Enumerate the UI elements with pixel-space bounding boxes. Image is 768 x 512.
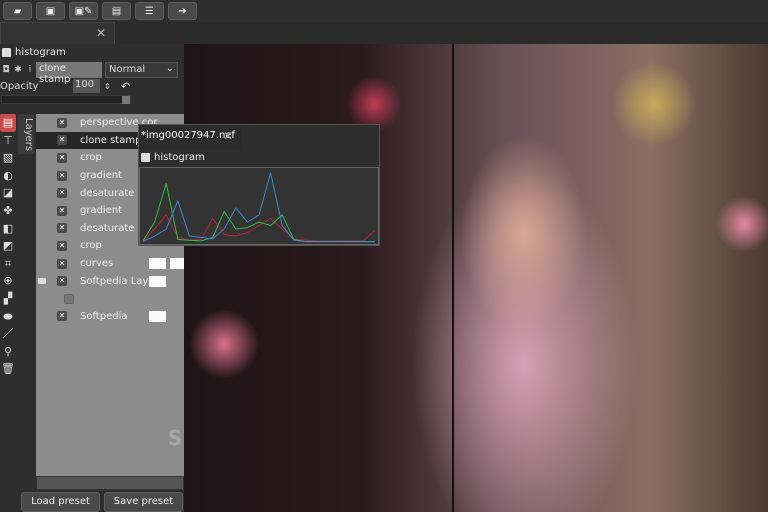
layer-name: Softpedia <box>80 310 128 322</box>
preferences-button[interactable]: ☰ <box>135 2 164 20</box>
layers-tab[interactable]: Layers <box>18 114 34 154</box>
layer-name: crop <box>80 240 102 252</box>
tab-bar: ✕ <box>0 22 184 44</box>
layer-name: desaturate <box>80 222 135 234</box>
layer-mask-thumbnail[interactable] <box>149 258 166 270</box>
blend-mode-select[interactable]: Normal ⌄ <box>105 62 178 78</box>
main-toolbar: ▰ ▣ ▣✎ ▤ ☰ ➔ <box>0 0 768 22</box>
layer-name: gradient <box>80 205 123 217</box>
contrast-icon[interactable]: ◐ <box>0 167 16 185</box>
preferences-icon: ☰ <box>145 5 154 17</box>
close-icon[interactable]: ✕ <box>223 129 233 143</box>
layers-tool-icon[interactable]: ▤ <box>0 114 16 132</box>
quit-icon: ➔ <box>178 5 187 17</box>
clone-icon[interactable]: ▞ <box>0 290 16 308</box>
layer-row[interactable]: ✕ Softpedia <box>36 308 184 326</box>
collapse-icon[interactable] <box>141 153 150 162</box>
load-preset-button[interactable]: Load preset <box>21 492 100 512</box>
slider-handle[interactable] <box>122 96 130 104</box>
layer-mask-thumbnail[interactable] <box>149 310 166 322</box>
layer-toggle-icon[interactable]: ✕ <box>57 117 67 128</box>
export-button[interactable]: ▤ <box>102 2 131 20</box>
save-icon: ▣ <box>45 5 56 17</box>
tool-strip: ▤ ⊤ ▧ ◐ ◪ ✤ ◧ ◩ ⌗ ⊕ ▞ ⬬ ／ ⚲ 🗑 <box>0 114 16 378</box>
module-title: histogram <box>15 47 66 58</box>
layer-toggle-icon[interactable]: ✕ <box>57 240 67 251</box>
watermark: S <box>168 426 183 450</box>
save-preset-button[interactable]: Save preset <box>104 492 183 512</box>
chevron-down-icon: ⌄ <box>165 63 174 74</box>
save-as-icon: ▣✎ <box>74 5 93 17</box>
opacity-slider[interactable] <box>1 95 131 104</box>
layer-toggle-icon[interactable]: ✕ <box>57 135 67 146</box>
histogram-series-2 <box>142 172 375 243</box>
layer-row[interactable]: ✕ Softpedia Layer <box>36 272 184 290</box>
spinner-icon[interactable]: ⇕ <box>104 82 111 91</box>
layer-name: gradient <box>80 170 123 182</box>
blend-mode-value: Normal <box>109 64 146 75</box>
trash-icon[interactable]: 🗑 <box>0 360 16 378</box>
histogram-chart <box>139 167 379 245</box>
layer-name: Softpedia Layer <box>80 275 159 287</box>
open-button[interactable]: ▰ <box>3 2 32 20</box>
export-icon: ▤ <box>111 5 122 17</box>
info-icon[interactable]: i <box>24 65 36 75</box>
layer-name: clone stamp <box>80 134 142 146</box>
quit-button[interactable]: ➔ <box>168 2 197 20</box>
layer-toggle-icon[interactable]: ✕ <box>57 152 67 163</box>
visibility-icon[interactable]: ◘ <box>0 65 12 75</box>
side-panel: histogram ◘ ✱ i clone stamp Normal ⌄ Opac… <box>0 44 187 512</box>
image-tab[interactable]: *img00027947.nef ✕ <box>139 125 241 149</box>
layer-name: crop <box>80 152 102 164</box>
layer-mask-thumbnail[interactable] <box>149 275 166 287</box>
layer-toggle-icon[interactable]: ✕ <box>57 170 67 181</box>
horizontal-scrollbar[interactable] <box>36 476 184 490</box>
image-tab-title: *img00027947.nef <box>141 130 235 141</box>
layer-toggle-icon[interactable]: ✕ <box>57 188 67 199</box>
layer-toggle-icon[interactable]: ✕ <box>57 258 67 269</box>
layer-toggle-icon[interactable]: ✕ <box>57 223 67 234</box>
perspective-icon[interactable]: ⊕ <box>0 272 16 290</box>
layer-name: curves <box>80 258 114 270</box>
layer-toggle-icon[interactable]: ✕ <box>57 276 67 287</box>
histogram-title: histogram <box>154 152 205 163</box>
folder-open-icon: ▰ <box>13 5 22 17</box>
opacity-label: Opacity <box>0 80 39 92</box>
expand-icon[interactable] <box>2 48 11 57</box>
layer-toggle-icon[interactable]: ✕ <box>57 205 67 216</box>
collapse-icon[interactable] <box>38 278 46 285</box>
histogram-series-1 <box>142 183 375 243</box>
fill-icon[interactable]: ✤ <box>0 202 16 220</box>
layer-row[interactable]: ✕ curves <box>36 255 187 273</box>
import-icon[interactable]: ▧ <box>0 149 16 167</box>
save-button[interactable]: ▣ <box>36 2 65 20</box>
image-canvas[interactable] <box>184 44 768 512</box>
tab-empty[interactable]: ✕ <box>0 22 115 44</box>
save-as-button[interactable]: ▣✎ <box>69 2 98 20</box>
brush-icon[interactable]: ／ <box>0 325 16 343</box>
tree-icon[interactable]: ⊤ <box>0 132 16 150</box>
opacity-input[interactable]: 100 <box>73 79 100 93</box>
ellipse-icon[interactable]: ⬬ <box>0 308 16 326</box>
layer-toggle-icon[interactable]: ✕ <box>57 311 67 322</box>
lock-icon[interactable]: ✱ <box>12 65 24 75</box>
gradient-icon[interactable]: ◩ <box>0 237 16 255</box>
layer-row[interactable] <box>36 290 184 308</box>
close-icon[interactable]: ✕ <box>96 26 106 40</box>
split-divider[interactable] <box>452 44 454 512</box>
checkbox[interactable] <box>64 293 74 304</box>
instance-name-field[interactable]: clone stamp <box>36 62 102 85</box>
layer-name: desaturate <box>80 187 135 199</box>
levels-icon[interactable]: ◧ <box>0 220 16 238</box>
stamp-icon[interactable]: ⚲ <box>0 343 16 361</box>
crop-icon[interactable]: ⌗ <box>0 255 16 273</box>
reset-icon[interactable]: ↶ <box>121 80 130 93</box>
curves-icon[interactable]: ◪ <box>0 184 16 202</box>
histogram-window: *img00027947.nef ✕ histogram <box>138 124 380 246</box>
module-header[interactable]: histogram <box>2 47 66 58</box>
